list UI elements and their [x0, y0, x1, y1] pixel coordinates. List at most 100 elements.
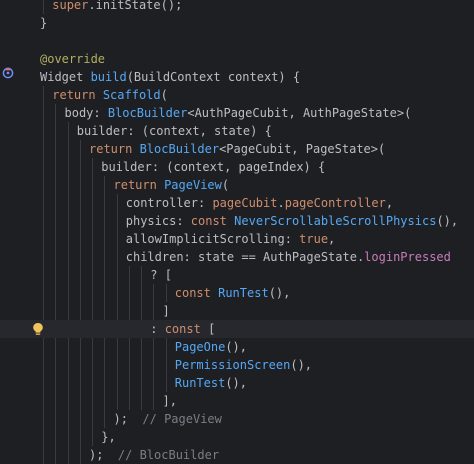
code-line[interactable]: builder: (context, pageIndex) { [0, 158, 474, 176]
code-line[interactable]: return BlocBuilder<PageCubit, PageState>… [0, 140, 474, 158]
code-line[interactable]: ? [ [0, 266, 474, 284]
code-text: PermissionScreen(), [175, 356, 312, 374]
code-text: ] [163, 302, 170, 320]
code-line[interactable]: ); // PageView [0, 410, 474, 428]
code-token: ( [221, 178, 230, 192]
code-token: controller: [125, 196, 213, 210]
code-text: return BlocBuilder<PageCubit, PageState>… [89, 140, 385, 158]
code-line[interactable]: children: state == AuthPageState.loginPr… [0, 248, 474, 266]
code-token: const [164, 322, 209, 336]
code-token: }, [101, 430, 116, 444]
code-line[interactable]: : const [ [0, 320, 474, 338]
code-token: RunTest [218, 286, 269, 300]
code-token: NeverScrollableScrollPhysics [234, 214, 437, 228]
code-line[interactable]: PageOne(), [0, 338, 474, 356]
code-line[interactable]: ], [0, 392, 474, 410]
code-token: return [52, 88, 103, 102]
code-line[interactable]: return PageView( [0, 176, 474, 194]
code-text: RunTest(), [175, 374, 247, 392]
code-token: builder: (context, state) { [76, 124, 272, 138]
code-line[interactable]: controller: pageCubit.pageController, [0, 194, 474, 212]
code-token: . [277, 196, 285, 210]
code-token: builder: (context, pageIndex) { [101, 160, 326, 174]
code-token: BlocBuilder [139, 142, 220, 156]
code-token: (), [290, 358, 313, 372]
code-text: const RunTest(), [175, 284, 291, 302]
code-token: (), [225, 376, 248, 390]
code-token: super [52, 0, 89, 12]
code-text: children: state == AuthPageState.loginPr… [126, 248, 451, 266]
code-text: return Scaffold( [52, 86, 168, 104]
code-line[interactable]: PermissionScreen(), [0, 356, 474, 374]
code-editor[interactable]: super.initState();} @override Widget build… [0, 0, 474, 464]
code-line[interactable]: physics: const NeverScrollableScrollPhys… [0, 212, 474, 230]
intention-bulb-icon[interactable] [32, 322, 44, 336]
code-token: (), [268, 286, 291, 300]
code-token: (), [436, 214, 459, 228]
code-token: PageView [164, 178, 222, 192]
code-token: , [385, 196, 394, 210]
code-token: loginPressed [364, 250, 451, 264]
code-line[interactable]: super.initState(); [0, 0, 474, 14]
code-token: return [89, 142, 140, 156]
code-token: Scaffold [102, 88, 161, 102]
code-token: true [299, 232, 329, 246]
code-text: : const [ [150, 320, 215, 338]
code-token: PermissionScreen [174, 358, 291, 372]
code-line[interactable]: ); // BlocBuilder [0, 446, 474, 464]
code-text: } [40, 14, 47, 32]
code-line[interactable]: const RunTest(), [0, 284, 474, 302]
code-text: }, [101, 428, 115, 446]
code-token: pageController [284, 196, 386, 210]
code-line[interactable]: builder: (context, state) { [0, 122, 474, 140]
code-text: ); // BlocBuilder [89, 446, 219, 464]
code-token: <PageCubit, PageState>( [219, 142, 386, 156]
code-line[interactable]: }, [0, 428, 474, 446]
code-text: body: BlocBuilder<AuthPageCubit, AuthPag… [65, 104, 412, 122]
code-token: ], [162, 394, 177, 408]
code-text: @override [40, 50, 105, 68]
code-token: pageCubit [212, 196, 278, 210]
code-token: PageOne [174, 340, 226, 354]
code-text: return PageView( [114, 176, 230, 194]
code-token: // BlocBuilder [117, 448, 220, 462]
code-line[interactable]: @override [0, 50, 474, 68]
code-token: , [328, 232, 336, 246]
code-text: controller: pageCubit.pageController, [126, 194, 393, 212]
code-line[interactable]: allowImplicitScrolling: true, [0, 230, 474, 248]
code-token: (), [225, 340, 248, 354]
code-token: // PageView [142, 412, 222, 426]
code-text: ); // PageView [114, 410, 222, 428]
code-token: const [190, 214, 235, 228]
code-text: Widget build(BuildContext context) { [40, 68, 300, 86]
code-token: physics: [125, 214, 191, 228]
code-line[interactable]: } [0, 14, 474, 32]
code-token: ( [160, 88, 168, 102]
code-line[interactable]: ] [0, 302, 474, 320]
code-token: <AuthPageCubit, AuthPageState>( [187, 106, 412, 120]
code-text: builder: (context, state) { [77, 122, 272, 140]
code-text: ], [163, 392, 177, 410]
code-token: ] [162, 304, 170, 318]
code-token: allowImplicitScrolling: [125, 232, 300, 246]
code-token: body: [64, 106, 108, 120]
code-token: const [174, 286, 219, 300]
code-line[interactable]: return Scaffold( [0, 86, 474, 104]
code-token: BlocBuilder [107, 106, 188, 120]
code-token: build [90, 70, 127, 84]
code-token: ); [113, 412, 143, 426]
code-text: ? [ [150, 266, 172, 284]
code-text: builder: (context, pageIndex) { [101, 158, 325, 176]
code-token: } [40, 16, 48, 30]
code-token: return [113, 178, 165, 192]
code-line[interactable]: Widget build(BuildContext context) { [0, 68, 474, 86]
code-line[interactable]: RunTest(), [0, 374, 474, 392]
code-token: ); [89, 448, 118, 462]
code-line[interactable]: body: BlocBuilder<AuthPageCubit, AuthPag… [0, 104, 474, 122]
code-text: PageOne(), [175, 338, 247, 356]
code-token: Widget [40, 70, 91, 84]
code-token: (BuildContext context) { [126, 70, 301, 84]
code-token: .initState(); [88, 0, 183, 12]
code-token: ? [ [150, 268, 172, 282]
code-line[interactable] [0, 32, 474, 50]
